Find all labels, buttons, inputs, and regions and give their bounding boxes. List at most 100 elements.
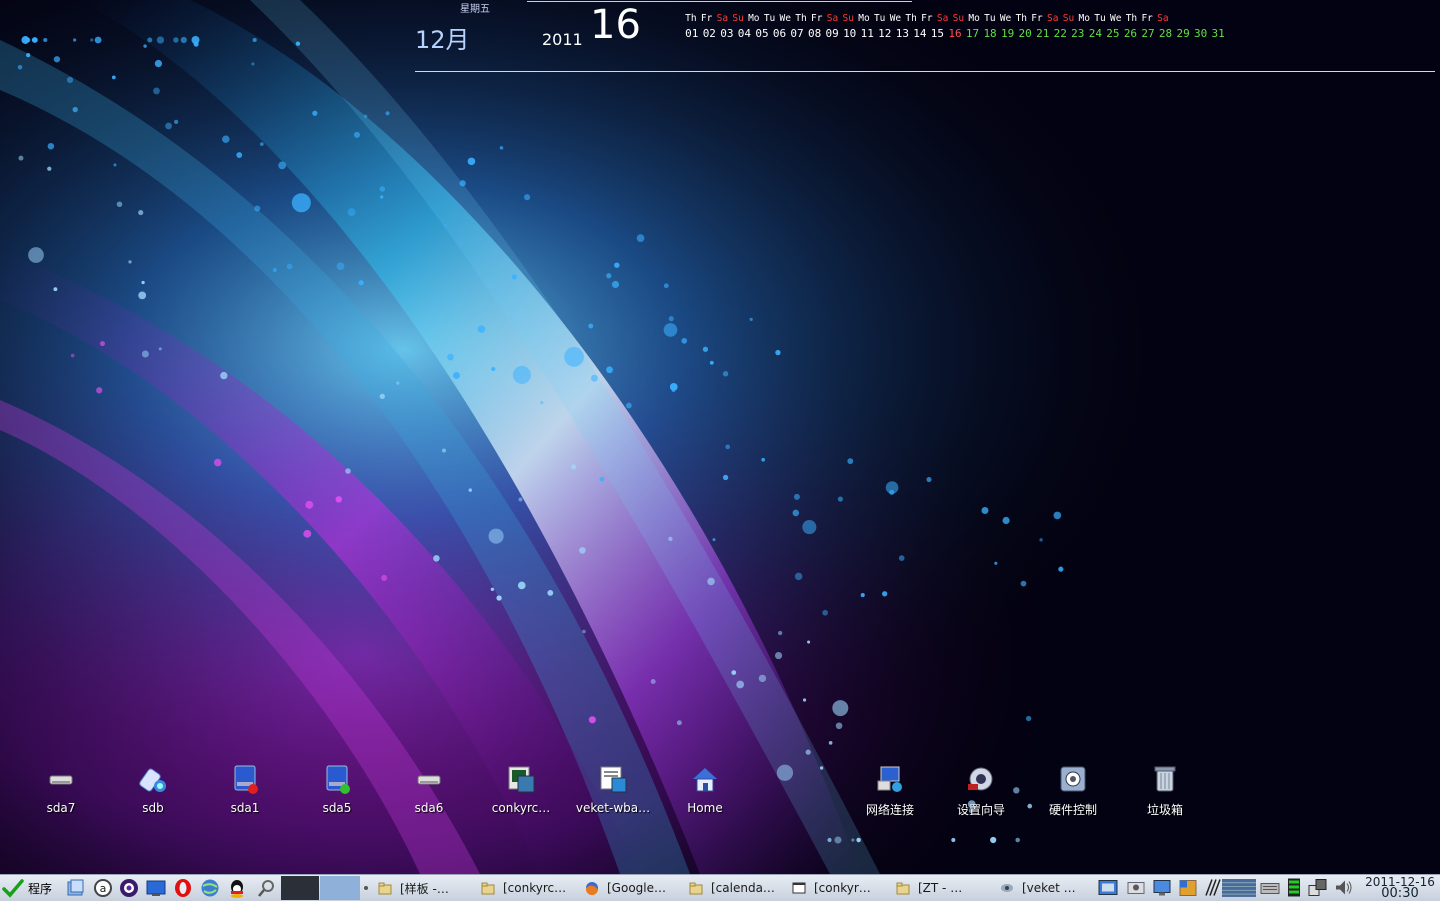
desktop-icon-sda5[interactable]: sda5: [292, 764, 382, 824]
desktop-icon-[interactable]: 网络连接: [845, 764, 935, 824]
calendar-days: 01 02 03 04 05 06 07 08 09 10 11 12 13 14 15 16 17 18 19 20…: [683, 27, 1227, 40]
calendar-weekday: Mo: [748, 13, 760, 24]
calendar-weekday: Tu: [873, 13, 886, 24]
keyboard-icon[interactable]: [1260, 877, 1280, 898]
calendar-weekday: Tu: [763, 13, 776, 24]
desktop-icon-label: veket-wba…: [575, 801, 651, 815]
calendar-day: 26: [1123, 27, 1138, 40]
window-icon: [792, 882, 806, 894]
calendar-day: 09: [825, 27, 839, 40]
task-label: [conkyrc…: [503, 881, 567, 895]
start-menu-button[interactable]: 程序: [2, 877, 52, 899]
taskbar-task-button[interactable]: [Google…: [585, 877, 681, 899]
calendar-weekday: Fr: [1031, 13, 1043, 24]
calendar-weekday: We: [999, 13, 1012, 24]
desktop-icon-[interactable]: 垃圾箱: [1120, 764, 1210, 824]
task-label: [ZT - …: [918, 881, 963, 895]
drive-ok-icon: [326, 765, 350, 794]
desktop-icon-[interactable]: 硬件控制: [1028, 764, 1118, 824]
calendar-day: 21: [1036, 27, 1050, 40]
desktop-icon-veketwba[interactable]: veket-wba…: [568, 764, 658, 824]
calendar-day: 28: [1158, 27, 1173, 40]
desktop-icon-sda1[interactable]: sda1: [200, 764, 290, 824]
calendar-day: 11: [860, 27, 874, 40]
workspace-pager-1[interactable]: [281, 876, 319, 900]
network-tray-icon[interactable]: [1308, 877, 1328, 898]
taskbar: 程序 a [样板 -… [conkyrc… [Google… [calenda… [co…: [0, 874, 1440, 901]
clock[interactable]: 2011-12-16 00:30: [1360, 875, 1440, 901]
taskbar-task-button[interactable]: [conkyr…: [792, 877, 888, 899]
calendar-day: 27: [1141, 27, 1155, 40]
taskbar-task-button[interactable]: [veket …: [1000, 877, 1096, 899]
setup-wizard-icon: [968, 767, 993, 791]
workspace-pager-2[interactable]: [320, 876, 360, 900]
files-icon[interactable]: [66, 878, 86, 898]
network-icon: [877, 766, 902, 792]
desktop-icon-label: 垃圾箱: [1146, 803, 1183, 817]
calendar-day: 13: [895, 27, 909, 40]
folder-icon: [896, 882, 910, 895]
desktop-icon-sda7[interactable]: sda7: [16, 764, 106, 824]
desktop-icon-label: sda6: [414, 801, 444, 815]
calendar-weekday: We: [1109, 13, 1122, 24]
desktop-icon-label: 设置向导: [956, 803, 1005, 817]
opera-icon[interactable]: [173, 878, 193, 898]
home-icon: [693, 768, 717, 792]
usb-drive-icon: [139, 768, 166, 792]
taskbar-task-button[interactable]: [conkyrc…: [481, 877, 577, 899]
desktop-icon-label: 硬件控制: [1048, 803, 1097, 817]
desktop-icon-label: 网络连接: [865, 803, 914, 817]
taskbar-task-button[interactable]: [ZT - …: [896, 877, 992, 899]
desktop-icon-sda6[interactable]: sda6: [384, 764, 474, 824]
desktop-icon-sdb[interactable]: sdb: [108, 764, 198, 824]
task-label: [Google…: [607, 881, 666, 895]
search-a-icon[interactable]: a: [93, 878, 113, 898]
calendar-weekday: Fr: [811, 13, 823, 24]
calendar-day: 23: [1071, 27, 1085, 40]
calendar-weekday: Th: [905, 13, 917, 24]
camera-icon[interactable]: [1126, 877, 1146, 898]
qq-icon[interactable]: [227, 878, 247, 898]
screen-icon[interactable]: [1098, 877, 1118, 898]
conky-top-line: [527, 1, 912, 2]
calendar-day: 17: [965, 27, 980, 40]
media-icon[interactable]: [119, 878, 139, 898]
desktop-icon-home[interactable]: Home: [660, 764, 750, 824]
globe-icon[interactable]: [200, 878, 220, 898]
taskbar-task-button[interactable]: [样板 -…: [378, 877, 474, 899]
grid-icon[interactable]: [1222, 877, 1256, 898]
calendar-day: 03: [720, 27, 734, 40]
desktop-icon[interactable]: [146, 878, 166, 898]
desktop-icon-label: conkyrc…: [491, 801, 551, 815]
calendar-weekday: We: [779, 13, 791, 24]
calendar-day: 01: [685, 27, 699, 40]
desktop-icon-conkyrc[interactable]: conkyrc…: [476, 764, 566, 824]
clock-time: 00:30: [1381, 886, 1419, 901]
magnifier-icon[interactable]: [256, 878, 276, 898]
monitor-icon[interactable]: [1152, 877, 1172, 898]
conky-weekday: 星期五: [460, 4, 490, 15]
calendar-day: 30: [1194, 27, 1208, 40]
calendar-weekday: Su: [952, 13, 965, 24]
signal-icon[interactable]: [1204, 877, 1224, 898]
calendar-weekday: Th: [1125, 13, 1138, 24]
start-menu-label: 程序: [28, 881, 53, 896]
taskbar-task-button[interactable]: [calenda…: [689, 877, 785, 899]
conky-month: 12月: [415, 26, 470, 54]
calendar-weekday: Mo: [858, 13, 870, 24]
calendar-weekday: Sa: [1047, 13, 1059, 24]
battery-icon[interactable]: [1284, 877, 1304, 898]
drive-icon: [49, 775, 73, 785]
desktop-icon-[interactable]: 设置向导: [936, 764, 1026, 824]
desktop-wallpaper: [0, 0, 1440, 874]
package-icon[interactable]: [1178, 877, 1198, 898]
folder-icon: [378, 882, 392, 895]
task-label: [calenda…: [711, 881, 775, 895]
calendar-day: 22: [1053, 27, 1067, 40]
calendar-day: 12: [878, 27, 892, 40]
volume-icon[interactable]: [1334, 877, 1354, 898]
svg-text:a: a: [100, 882, 107, 895]
calendar-weekday: Sa: [826, 13, 839, 24]
calendar-day: 10: [843, 27, 857, 40]
calendar-day: 08: [807, 27, 822, 40]
